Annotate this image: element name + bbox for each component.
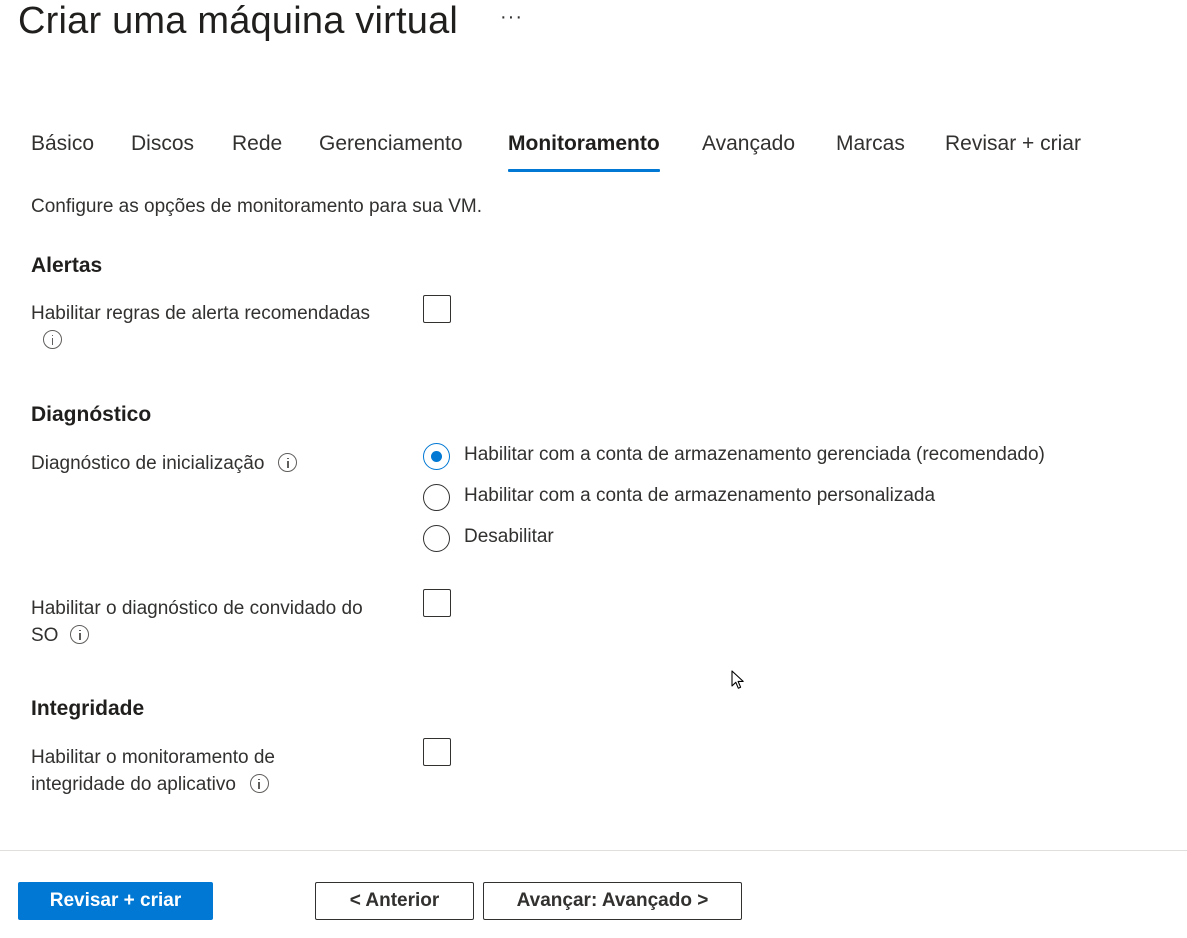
boot-diagnostics-text: Diagnóstico de inicialização	[31, 453, 265, 474]
section-health-heading: Integridade	[31, 697, 145, 720]
guest-os-text-line1: Habilitar o diagnóstico de convidado do	[31, 598, 363, 619]
tab-basico[interactable]: Básico	[31, 132, 94, 174]
section-diagnostics-heading: Diagnóstico	[31, 403, 152, 426]
recommended-alert-rules-checkbox[interactable]	[423, 295, 451, 323]
mouse-cursor-icon	[731, 670, 744, 689]
app-health-text-line1: Habilitar o monitoramento de	[31, 747, 275, 768]
tab-discos[interactable]: Discos	[131, 132, 194, 174]
tab-monitoramento[interactable]: Monitoramento	[508, 132, 660, 174]
app-health-text-line2: integridade do aplicativo	[31, 774, 236, 795]
page-title: Criar uma máquina virtual	[18, 0, 459, 42]
footer-divider	[0, 850, 1187, 851]
radio-button[interactable]	[423, 484, 450, 511]
tab-revisar-criar[interactable]: Revisar + criar	[945, 132, 1081, 174]
radio-button[interactable]	[423, 525, 450, 552]
tab-marcas[interactable]: Marcas	[836, 132, 905, 174]
radio-label: Desabilitar	[464, 526, 554, 547]
guest-os-diagnostics-label: Habilitar o diagnóstico de convidado do …	[31, 595, 363, 649]
radio-label: Habilitar com a conta de armazenamento g…	[464, 444, 1045, 465]
tab-gerenciamento[interactable]: Gerenciamento	[319, 132, 463, 174]
app-health-monitoring-label: Habilitar o monitoramento de integridade…	[31, 744, 275, 798]
radio-label: Habilitar com a conta de armazenamento p…	[464, 485, 936, 506]
section-alerts-heading: Alertas	[31, 254, 103, 277]
tab-avancado[interactable]: Avançado	[702, 132, 795, 174]
boot-diagnostics-label: Diagnóstico de inicialização	[31, 450, 298, 477]
info-icon[interactable]	[249, 774, 269, 793]
radio-button-selected[interactable]	[423, 443, 450, 470]
recommended-alert-rules-label: Habilitar regras de alerta recomendadas	[31, 300, 370, 354]
recommended-alert-rules-text: Habilitar regras de alerta recomendadas	[31, 303, 371, 324]
tab-rede[interactable]: Rede	[232, 132, 282, 174]
next-button[interactable]: Avançar: Avançado >	[483, 882, 742, 920]
guest-os-text-line2: SO	[31, 625, 59, 646]
guest-os-diagnostics-checkbox[interactable]	[423, 589, 451, 617]
previous-button[interactable]: < Anterior	[315, 882, 474, 920]
review-create-button[interactable]: Revisar + criar	[18, 882, 213, 920]
info-icon[interactable]	[278, 453, 298, 472]
more-options-icon[interactable]: ···	[500, 6, 523, 29]
intro-text: Configure as opções de monitoramento par…	[31, 196, 482, 217]
app-health-monitoring-checkbox[interactable]	[423, 738, 451, 766]
create-vm-page: Criar uma máquina virtual ··· Básico Dis…	[0, 0, 1187, 938]
info-icon[interactable]	[43, 330, 62, 349]
info-icon[interactable]	[70, 625, 90, 644]
